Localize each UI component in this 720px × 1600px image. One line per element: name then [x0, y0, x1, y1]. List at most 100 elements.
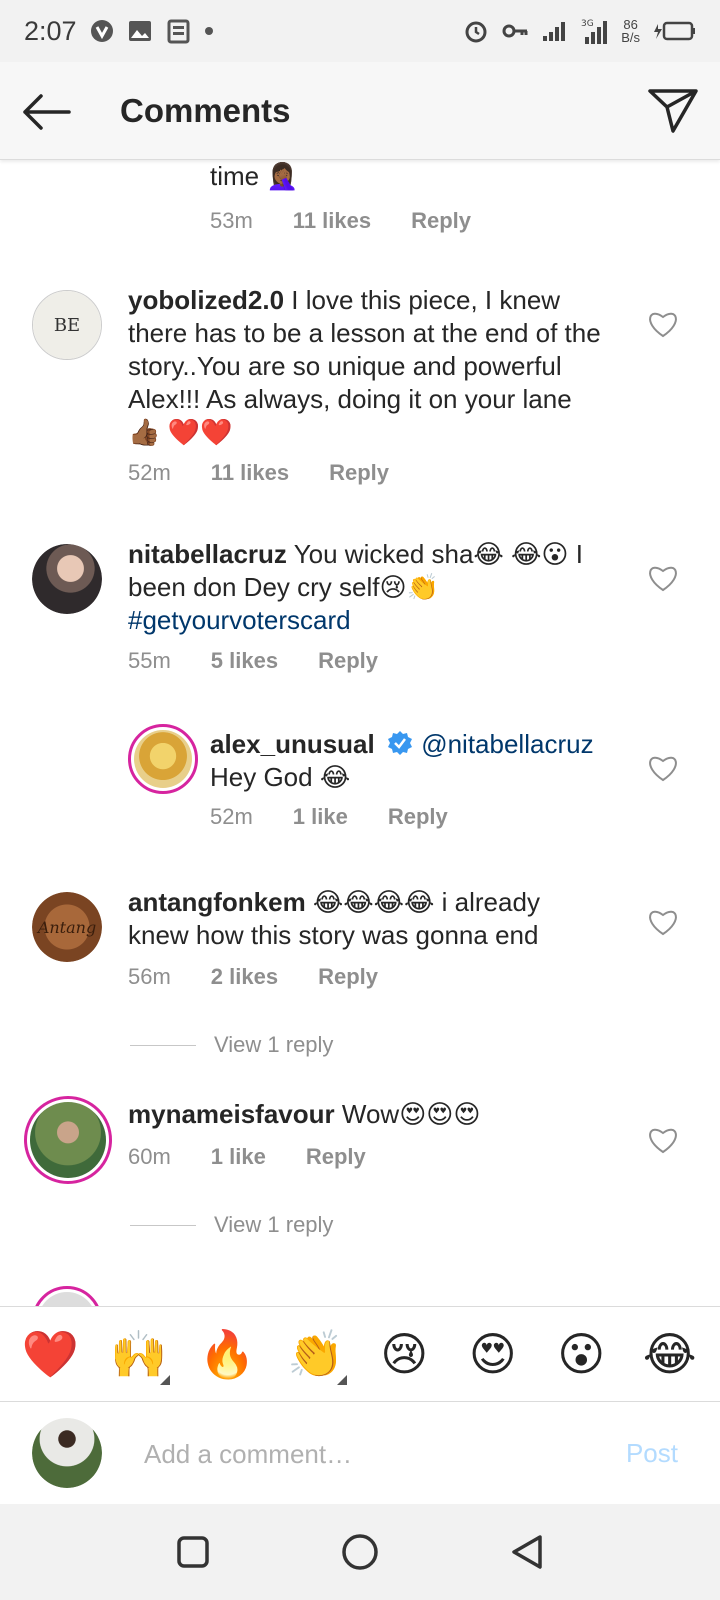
comment-body: alex_unusual @nitabellacruz Hey God 😂 [210, 728, 630, 794]
reply-button[interactable]: Reply [318, 964, 378, 990]
emoji-fire-button[interactable]: 🔥 [192, 1329, 262, 1379]
comment-likes[interactable]: 11 likes [293, 208, 371, 234]
triangle-back-icon [511, 1535, 542, 1569]
comment-body: antangfonkem 😂😂😂😂 i already knew how thi… [128, 886, 598, 952]
comment-body: yobolized2.0 I love this piece, I knew t… [128, 284, 608, 449]
heart-icon[interactable] [648, 310, 678, 338]
network-speed: 86 B/s [621, 17, 640, 45]
avatar[interactable] [32, 544, 102, 614]
view-replies-button[interactable]: View 1 reply [130, 1212, 333, 1238]
comment-body: nitabellacruz You wicked sha😂 😂😮 I been … [128, 538, 598, 637]
comment-username[interactable]: nitabellacruz [128, 539, 287, 569]
comment-text: time 🤦🏾‍♀️ [210, 161, 299, 191]
comment-likes[interactable]: 2 likes [211, 964, 278, 990]
skin-tone-indicator [159, 1375, 170, 1385]
arrow-left-icon [23, 94, 71, 130]
comment-username[interactable]: mynameisfavour [128, 1099, 335, 1129]
emoji-laughing-button[interactable]: 😂 [635, 1329, 705, 1379]
signal-icon [543, 22, 566, 41]
emoji-raising-hands-button[interactable]: 🙌 [104, 1329, 174, 1385]
comment-likes[interactable]: 11 likes [211, 460, 289, 486]
emoji-clap-button[interactable]: 👏 [281, 1328, 351, 1385]
avatar[interactable] [128, 724, 198, 794]
comment-meta: 52m 11 likes Reply [128, 460, 389, 486]
signal-icon: 3G [581, 19, 608, 44]
hashtag-link[interactable]: #getyourvoterscard [128, 605, 351, 635]
heart-icon[interactable] [648, 908, 678, 936]
vpn-icon [90, 20, 113, 42]
post-button[interactable]: Post [626, 1438, 678, 1469]
reply-button[interactable]: Reply [388, 804, 448, 830]
emoji-heart-eyes-button[interactable]: 😍 [458, 1329, 528, 1379]
comment-time: 56m [128, 964, 171, 989]
verified-badge-icon [387, 731, 412, 755]
avatar[interactable] [32, 1286, 102, 1306]
view-replies-label: View 1 reply [214, 1212, 334, 1237]
alarm-icon [465, 21, 487, 43]
divider [130, 1224, 196, 1226]
app-header: Comments [0, 62, 720, 160]
comment-composer: Post [0, 1402, 720, 1504]
comment-meta: 53m 11 likes Reply [210, 208, 471, 234]
comment-meta: 60m 1 like Reply [128, 1144, 366, 1170]
emoji-heart-button[interactable]: ❤️ [15, 1329, 85, 1379]
status-bar: 2:07 3G 86 B/s [0, 0, 720, 62]
comment-username[interactable]: yobolized2.0 [128, 285, 284, 315]
heart-icon[interactable] [648, 564, 678, 592]
share-button[interactable] [644, 82, 702, 140]
comment-time: 52m [128, 460, 171, 485]
reply-button[interactable]: Reply [318, 648, 378, 674]
heart-icon[interactable] [648, 1126, 678, 1154]
comment-time: 53m [210, 208, 253, 233]
send-icon [648, 89, 698, 133]
system-nav-bar [0, 1504, 720, 1600]
battery-icon [654, 21, 695, 41]
reply-button[interactable]: Reply [329, 460, 389, 486]
comment-likes[interactable]: 1 like [211, 1144, 266, 1170]
comment-time: 55m [128, 648, 171, 673]
view-replies-label: View 1 reply [214, 1032, 334, 1057]
comment-meta: 56m 2 likes Reply [128, 964, 378, 990]
view-replies-button[interactable]: View 1 reply [130, 1032, 333, 1058]
comment-time: 60m [128, 1144, 171, 1169]
mention-link[interactable]: @nitabellacruz [421, 729, 593, 759]
comment-text: Hey God 😂 [210, 762, 351, 792]
back-nav-button[interactable] [497, 1522, 557, 1582]
recents-button[interactable] [163, 1522, 223, 1582]
divider [130, 1044, 196, 1046]
comment-username[interactable]: antangfonkem [128, 887, 306, 917]
square-icon [177, 1536, 210, 1568]
comment-meta: 52m 1 like Reply [210, 804, 448, 830]
comment-text: Wow😍😍😍 [341, 1099, 481, 1129]
circle-icon [342, 1534, 378, 1570]
comment-likes[interactable]: 1 like [293, 804, 348, 830]
app-screen: 2:07 3G 86 B/s Comments [0, 0, 720, 1600]
dot-icon [204, 27, 213, 35]
reply-button[interactable]: Reply [411, 208, 471, 234]
avatar[interactable] [24, 1096, 112, 1184]
emoji-crying-button[interactable]: 😢 [369, 1329, 439, 1379]
status-time: 2:07 [24, 15, 77, 46]
image-icon [128, 21, 151, 41]
heart-icon[interactable] [648, 754, 678, 782]
comment-username[interactable]: alex_unusual [210, 729, 375, 759]
comment-body: mynameisfavour Wow😍😍😍 [128, 1098, 598, 1131]
home-button[interactable] [330, 1522, 390, 1582]
comment-input[interactable] [144, 1434, 594, 1474]
comment-meta: 55m 5 likes Reply [128, 648, 378, 674]
comment-time: 52m [210, 804, 253, 829]
avatar[interactable]: Antang [32, 892, 102, 962]
avatar[interactable]: BE [32, 290, 102, 360]
back-button[interactable] [18, 84, 74, 140]
key-icon [502, 24, 528, 38]
current-user-avatar [32, 1418, 102, 1488]
comments-list[interactable]: time 🤦🏾‍♀️ 53m 11 likes Reply BE yoboliz… [0, 160, 720, 1306]
page-title: Comments [120, 92, 291, 129]
comment-likes[interactable]: 5 likes [211, 648, 278, 674]
emoji-clap-glyph: 👏 [287, 1328, 345, 1380]
emoji-surprised-button[interactable]: 😮 [546, 1329, 616, 1379]
quick-reactions-bar: ❤️ 🙌 🔥 👏 😢 😍 😮 😂 [0, 1306, 720, 1402]
svg-text:3G: 3G [581, 19, 594, 29]
news-icon [167, 19, 190, 44]
reply-button[interactable]: Reply [306, 1144, 366, 1170]
